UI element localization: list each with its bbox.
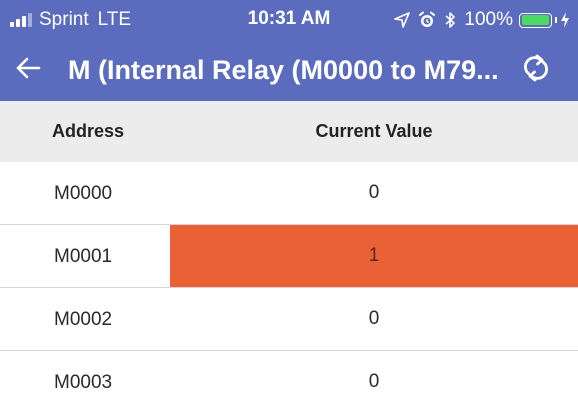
battery-cap <box>555 17 557 23</box>
table-row[interactable]: M0000 0 <box>0 162 578 225</box>
charging-bolt-icon <box>560 12 570 28</box>
relay-table: M0000 0 M0001 1 M0002 0 M0003 0 <box>0 162 578 414</box>
alarm-clock-icon <box>418 11 436 29</box>
value-cell[interactable]: 0 <box>170 351 578 413</box>
battery-icon <box>519 12 552 28</box>
column-header-address: Address <box>52 121 125 141</box>
back-button[interactable] <box>8 48 48 88</box>
bluetooth-icon <box>444 11 456 29</box>
address-cell: M0003 <box>54 372 113 393</box>
location-arrow-icon <box>394 12 411 28</box>
battery-percent: 100% <box>464 9 513 30</box>
value-cell[interactable]: 0 <box>170 162 578 224</box>
table-header: Address Current Value <box>0 101 578 162</box>
network-type: LTE <box>97 9 132 30</box>
table-row[interactable]: M0001 1 <box>0 225 578 288</box>
back-arrow-icon <box>16 57 41 79</box>
table-row[interactable]: M0002 0 <box>0 288 578 351</box>
address-cell: M0000 <box>54 183 113 204</box>
table-row[interactable]: M0003 0 <box>0 351 578 414</box>
column-header-current-value: Current Value <box>315 121 433 141</box>
value-cell-active[interactable]: 1 <box>170 225 578 287</box>
refresh-icon <box>524 54 548 82</box>
status-right: 100% <box>394 8 570 32</box>
refresh-button[interactable] <box>516 48 556 88</box>
address-cell: M0002 <box>54 309 113 330</box>
signal-bars-icon <box>10 13 34 27</box>
status-bar: Sprint LTE 10:31 AM 100% <box>0 0 578 40</box>
value-cell[interactable]: 0 <box>170 288 578 350</box>
status-left: Sprint LTE <box>10 9 131 31</box>
carrier-name: Sprint <box>39 9 89 30</box>
page-title: M (Internal Relay (M0000 to M79... <box>68 55 499 85</box>
battery-fill <box>521 15 549 25</box>
address-cell: M0001 <box>54 246 113 267</box>
app-top-bar: Sprint LTE 10:31 AM 100% M (Internal Rel… <box>0 0 578 101</box>
nav-header: M (Internal Relay (M0000 to M79... <box>0 40 578 101</box>
